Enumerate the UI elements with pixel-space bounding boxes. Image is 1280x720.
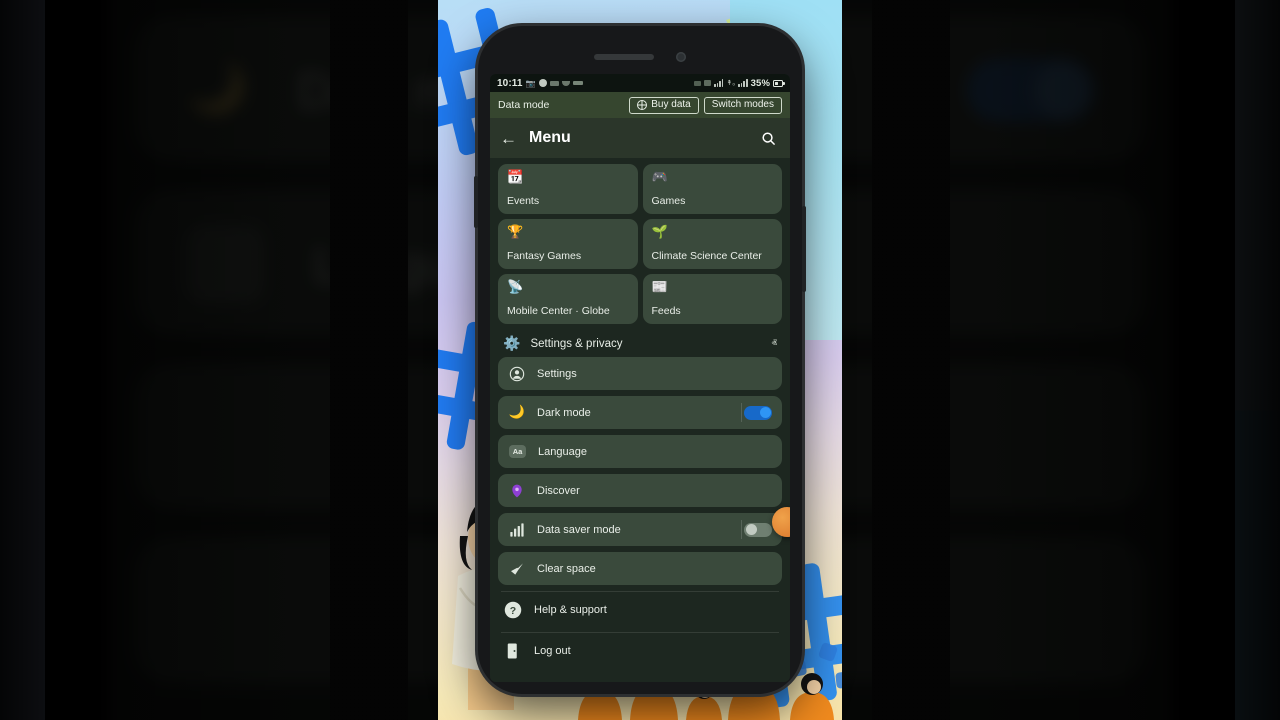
menu-row-label: Data saver mode <box>537 524 732 536</box>
alarm-icon <box>704 80 711 86</box>
tile-label: Games <box>652 195 775 214</box>
aa-icon <box>186 223 264 301</box>
signal-icon-1 <box>714 79 723 87</box>
app-icon-3 <box>573 81 583 85</box>
switch-modes-button[interactable]: Switch modes <box>704 97 782 114</box>
data-mode-bar: Data mode Buy data Switch modes <box>490 92 790 118</box>
gamepad-icon: 🎮 <box>652 171 775 186</box>
tile-label: Mobile Center · Globe <box>507 305 630 324</box>
background-phone-bezel-right <box>872 0 950 720</box>
page-title: Menu <box>529 129 744 147</box>
menu-row-clear-space[interactable]: Clear space <box>498 552 782 585</box>
screenshot-stage: 📡 Mobile Center 📰 Feeds ⚙ Settings & pri… <box>0 0 1280 720</box>
tile-label: Feeds <box>652 305 775 324</box>
earpiece-speaker <box>594 54 654 60</box>
menu-row-label: Dark mode <box>537 407 732 419</box>
menu-row-data-saver-mode[interactable]: Data saver mode <box>498 513 782 546</box>
svg-text:?: ? <box>510 605 516 617</box>
app-icon-2 <box>562 81 570 86</box>
seedling-icon: 🌱 <box>652 226 775 241</box>
bar-chart-icon <box>509 522 525 538</box>
row-divider <box>741 520 742 539</box>
tile-fantasy-games[interactable]: 🏆 Fantasy Games <box>498 219 638 269</box>
status-time: 10:11 <box>497 78 523 89</box>
row-divider <box>741 403 742 422</box>
tile-climate-science-center[interactable]: 🌱 Climate Science Center <box>643 219 783 269</box>
background-side-slab-right <box>1235 0 1280 720</box>
menu-header: ← Menu <box>490 118 790 158</box>
tile-games[interactable]: 🎮 Games <box>643 164 783 214</box>
buy-data-label: Buy data <box>651 100 690 110</box>
data-saver-toggle[interactable] <box>744 523 772 537</box>
tile-label: Events <box>507 195 630 214</box>
aa-icon: Aa <box>509 445 526 458</box>
newspaper-icon: 📰 <box>652 281 775 296</box>
menu-row-label: Clear space <box>537 563 771 575</box>
tile-mobile-center-globe[interactable]: 📡 Mobile Center · Globe <box>498 274 638 324</box>
help-support-label: Help & support <box>534 604 764 616</box>
status-bar: 10:11 📷 ↟₀ 35% <box>490 74 790 92</box>
moon-icon: 🌙 <box>186 60 248 117</box>
discover-icon <box>509 483 525 499</box>
tile-label: Fantasy Games <box>507 250 630 269</box>
back-arrow-icon[interactable]: ← <box>500 130 517 147</box>
data-mode-label: Data mode <box>498 99 549 111</box>
globe-icon <box>637 100 647 110</box>
battery-icon <box>773 80 783 87</box>
background-toggle <box>967 56 1095 120</box>
background-phone-bezel-left <box>330 0 408 720</box>
front-camera <box>676 52 686 62</box>
section-settings-and-privacy[interactable]: ⚙️ Settings & privacy ⱏ <box>498 331 782 357</box>
question-mark-icon: ? <box>504 601 522 619</box>
background-side-slab-left <box>0 0 45 720</box>
signal-icon-2 <box>738 79 747 87</box>
battery-percent: 35% <box>751 78 770 89</box>
shortcut-tiles-grid: 📆 Events 🎮 Games 🏆 Fantasy Games 🌱 Clima… <box>498 164 782 324</box>
trophy-icon: 🏆 <box>507 226 630 241</box>
calendar-icon: 📆 <box>507 171 630 186</box>
section-help-and-support[interactable]: ? Help & support ⱟ <box>498 592 782 628</box>
tile-feeds[interactable]: 📰 Feeds <box>643 274 783 324</box>
search-icon[interactable] <box>756 126 780 150</box>
menu-row-language[interactable]: Aa Language <box>498 435 782 468</box>
moon-icon: 🌙 <box>509 405 525 421</box>
antenna-icon: 📡 <box>507 281 630 296</box>
menu-body: 📆 Events 🎮 Games 🏆 Fantasy Games 🌱 Clima… <box>490 158 790 682</box>
logout-label: Log out <box>534 645 776 657</box>
gear-icon: ⚙️ <box>503 337 520 351</box>
screenshot-icon: 📷 <box>526 79 536 88</box>
app-icon <box>550 81 559 86</box>
buy-data-button[interactable]: Buy data <box>629 97 698 114</box>
logout-row[interactable]: Log out <box>498 633 782 669</box>
menu-row-label: Language <box>538 446 771 458</box>
tile-events[interactable]: 📆 Events <box>498 164 638 214</box>
menu-row-label: Settings <box>537 368 771 380</box>
phone-device: 10:11 📷 ↟₀ 35% Data mode Buy data Switch… <box>478 26 802 694</box>
tile-label: Climate Science Center <box>652 250 775 269</box>
dark-mode-toggle[interactable] <box>744 406 772 420</box>
chevron-up-icon[interactable]: ⱏ <box>772 339 777 350</box>
phone-screen: 10:11 📷 ↟₀ 35% Data mode Buy data Switch… <box>490 74 790 682</box>
phone-notch <box>594 52 686 62</box>
menu-row-dark-mode[interactable]: 🌙 Dark mode <box>498 396 782 429</box>
menu-row-discover[interactable]: Discover <box>498 474 782 507</box>
vpn-icon <box>694 81 701 86</box>
account-circle-icon <box>509 366 525 382</box>
section-title: Settings & privacy <box>530 338 761 350</box>
messenger-icon <box>539 79 547 87</box>
menu-row-settings[interactable]: Settings <box>498 357 782 390</box>
broom-icon <box>509 561 525 577</box>
menu-row-label: Discover <box>537 485 771 497</box>
wifi-icon: ↟₀ <box>726 79 735 87</box>
exit-door-icon <box>504 642 522 660</box>
